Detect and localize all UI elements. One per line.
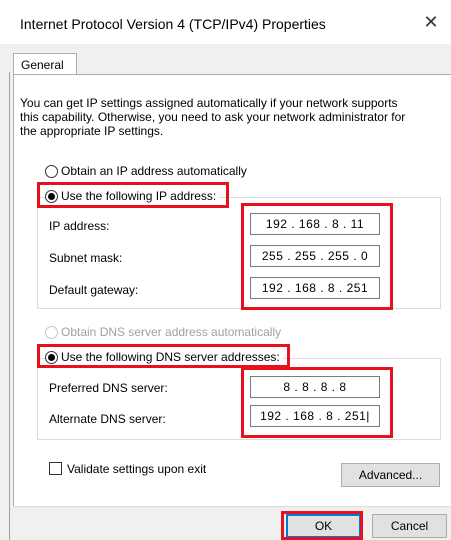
ip-address-input[interactable]: 192 . 168 . 8 . 11 bbox=[250, 213, 380, 235]
radio-use-following-ip-label: Use the following IP address: bbox=[61, 189, 217, 203]
dns-server-group bbox=[37, 358, 441, 440]
radio-obtain-dns-auto-label: Obtain DNS server address automatically bbox=[61, 325, 282, 339]
advanced-button[interactable]: Advanced... bbox=[341, 463, 440, 487]
radio-obtain-ip-auto[interactable]: Obtain an IP address automatically bbox=[45, 164, 247, 178]
intro-text: You can get IP settings assigned automat… bbox=[20, 96, 406, 138]
alternate-dns-label: Alternate DNS server: bbox=[49, 412, 166, 426]
cancel-button[interactable]: Cancel bbox=[372, 514, 447, 538]
close-icon[interactable]: ✕ bbox=[421, 12, 441, 32]
title-bar: Internet Protocol Version 4 (TCP/IPv4) P… bbox=[0, 0, 451, 44]
tab-general[interactable]: General bbox=[13, 53, 77, 75]
subnet-mask-input[interactable]: 255 . 255 . 255 . 0 bbox=[250, 245, 380, 267]
preferred-dns-input[interactable]: 8 . 8 . 8 . 8 bbox=[250, 376, 380, 398]
tab-general-label: General bbox=[21, 58, 64, 72]
radio-button-icon[interactable] bbox=[45, 325, 58, 339]
validate-checkbox[interactable] bbox=[49, 462, 62, 475]
dialog-left-border bbox=[9, 72, 10, 540]
default-gateway-label: Default gateway: bbox=[49, 283, 139, 297]
footer-separator bbox=[13, 506, 451, 507]
subnet-mask-label: Subnet mask: bbox=[49, 251, 123, 265]
window-title: Internet Protocol Version 4 (TCP/IPv4) P… bbox=[20, 16, 326, 32]
validate-checkbox-label: Validate settings upon exit bbox=[67, 462, 207, 476]
ok-button[interactable]: OK bbox=[286, 514, 361, 538]
radio-use-following-dns[interactable]: Use the following DNS server addresses: bbox=[45, 350, 283, 364]
radio-button-icon[interactable] bbox=[45, 164, 58, 178]
radio-use-following-dns-label: Use the following DNS server addresses: bbox=[61, 350, 280, 364]
radio-obtain-dns-auto[interactable]: Obtain DNS server address automatically bbox=[45, 325, 281, 339]
default-gateway-input[interactable]: 192 . 168 . 8 . 251 bbox=[250, 277, 380, 299]
radio-button-icon[interactable] bbox=[45, 189, 58, 203]
radio-obtain-ip-auto-label: Obtain an IP address automatically bbox=[61, 164, 247, 178]
preferred-dns-label: Preferred DNS server: bbox=[49, 381, 168, 395]
radio-use-following-ip[interactable]: Use the following IP address: bbox=[45, 189, 220, 203]
radio-button-icon[interactable] bbox=[45, 350, 58, 364]
ip-address-label: IP address: bbox=[49, 219, 110, 233]
alternate-dns-input[interactable]: 192 . 168 . 8 . 251| bbox=[250, 405, 380, 427]
